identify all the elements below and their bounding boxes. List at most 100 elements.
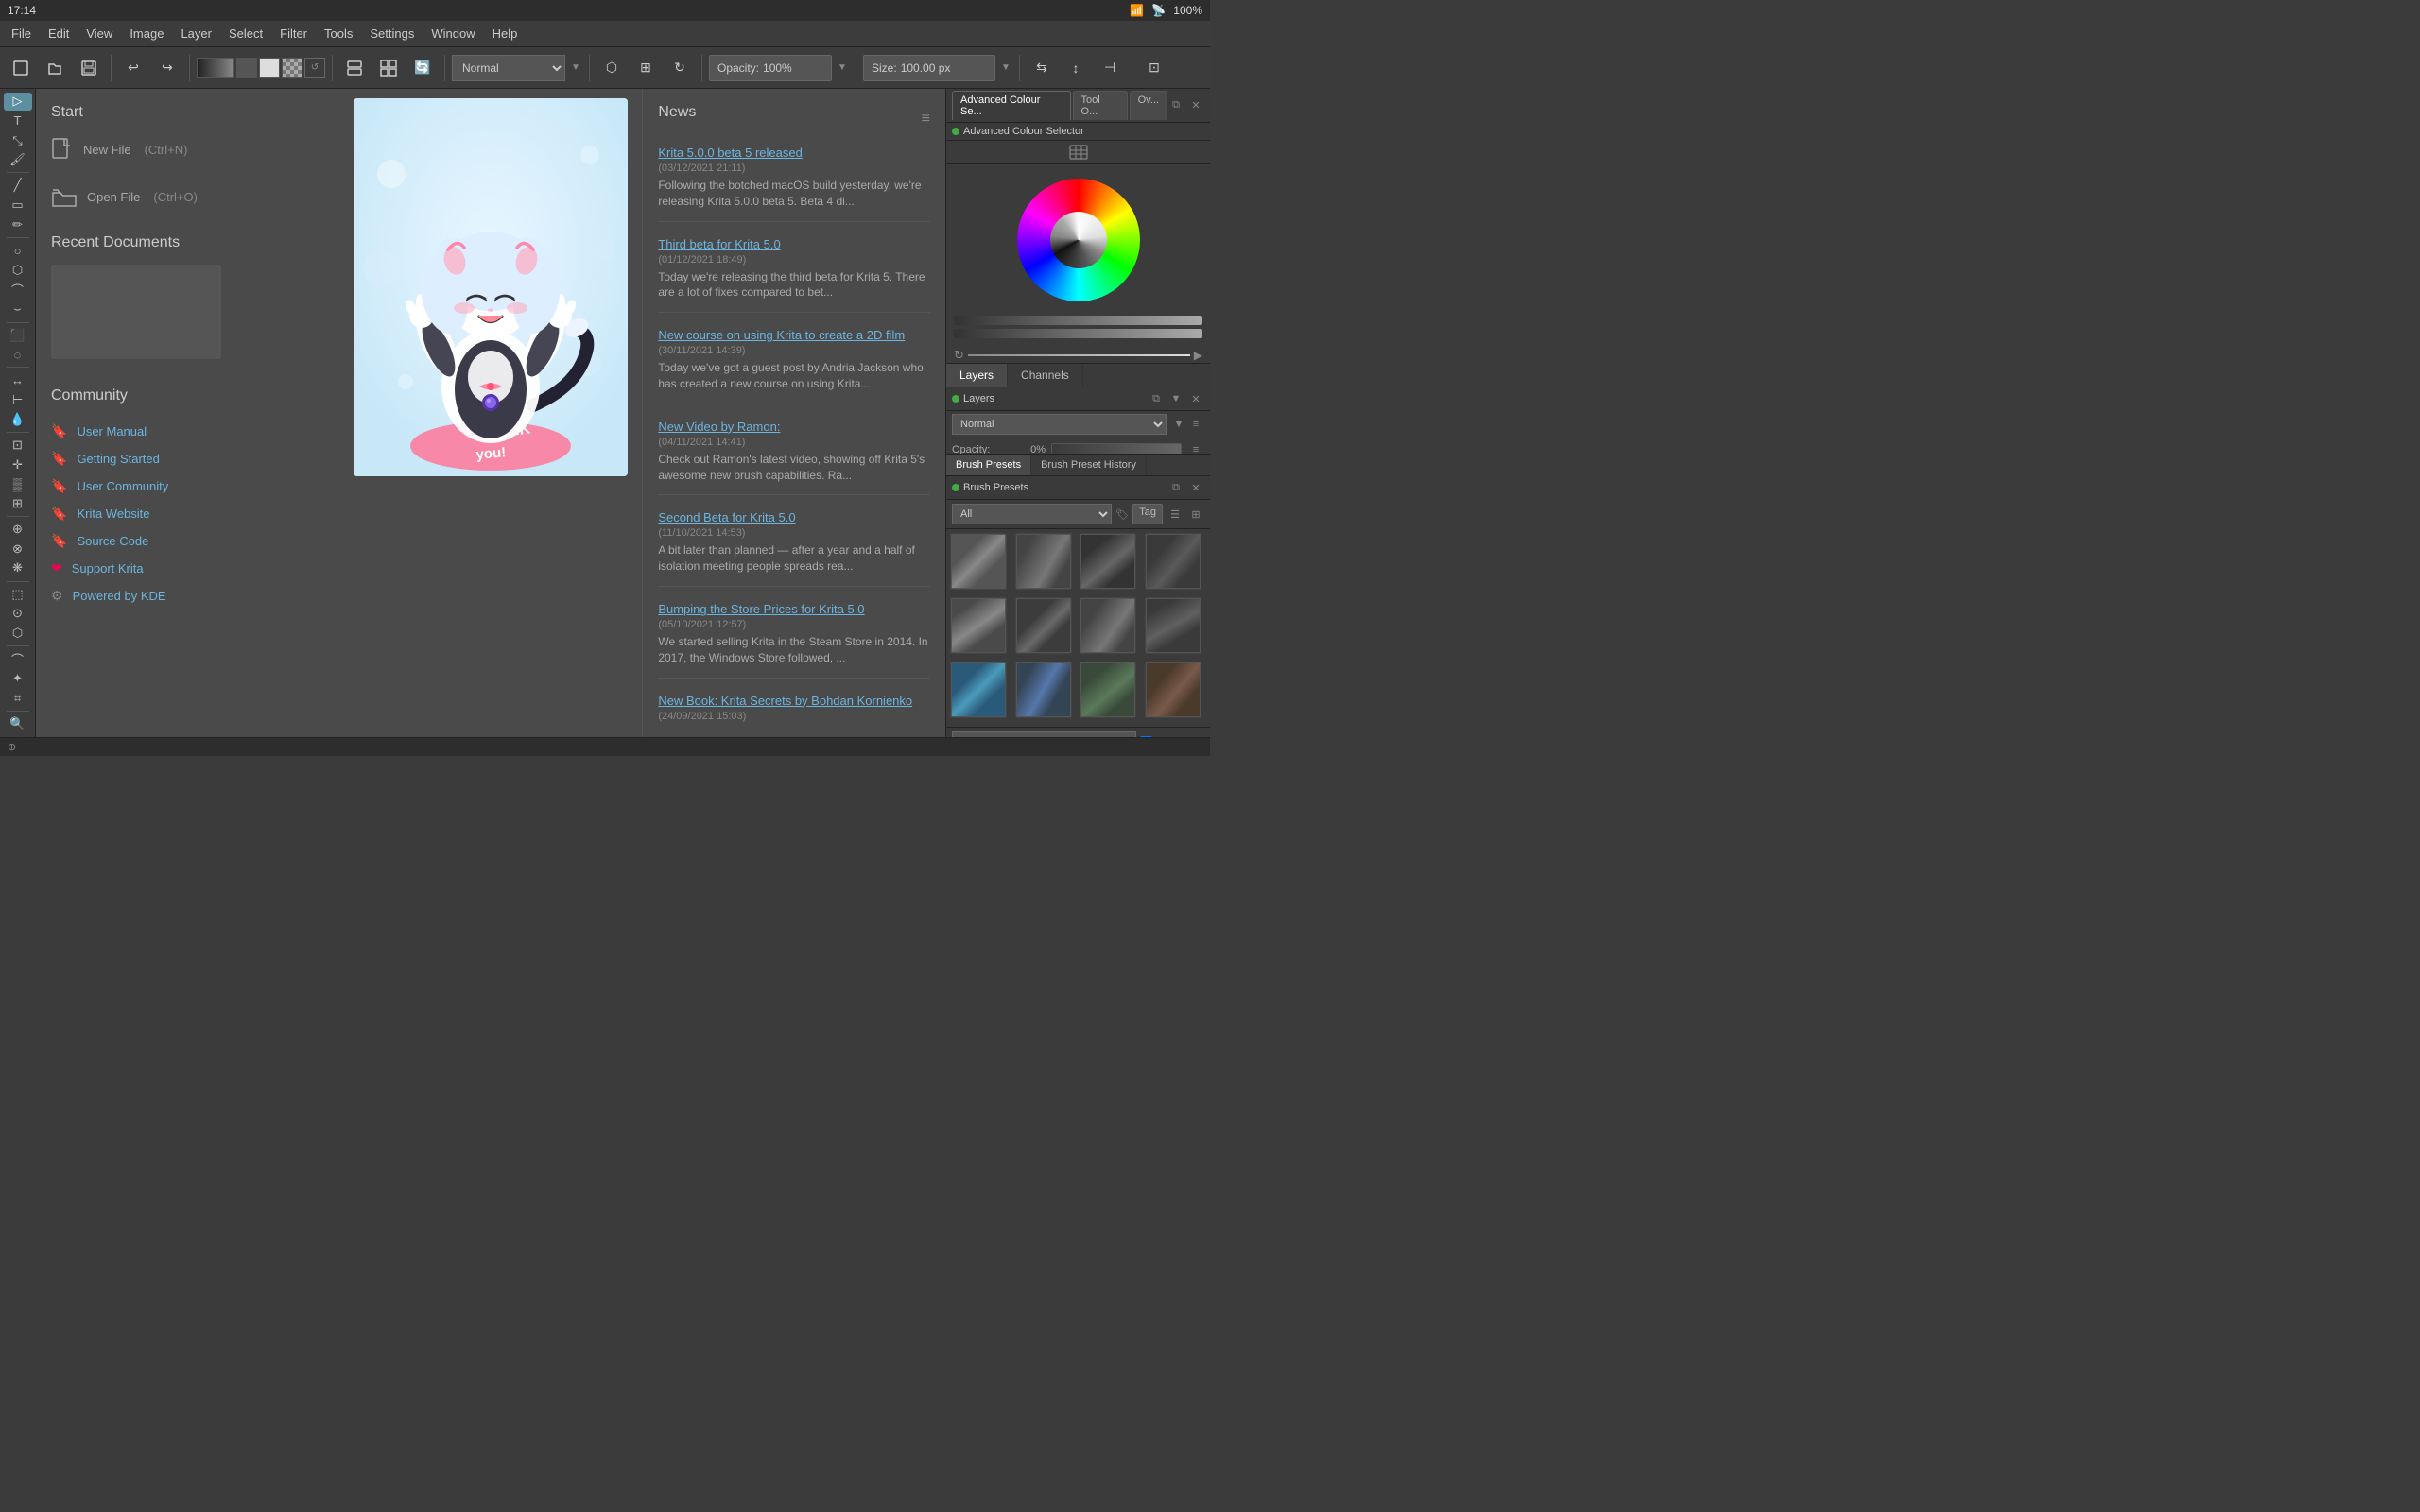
new-window-btn[interactable] <box>6 53 36 83</box>
colour-tab-advanced[interactable]: Advanced Colour Se... <box>952 91 1071 120</box>
link-support-krita[interactable]: ❤ Support Krita <box>51 555 324 582</box>
brush-grid-view-btn[interactable]: ⊞ <box>1187 506 1204 523</box>
brush-item-1[interactable] <box>950 533 1007 590</box>
link-getting-started[interactable]: 🔖 Getting Started <box>51 445 324 472</box>
brush-item-12[interactable] <box>1145 662 1201 718</box>
news-item-6[interactable]: Bumping the Store Prices for Krita 5.0 (… <box>658 602 930 679</box>
gray-slider[interactable] <box>954 316 1202 325</box>
mirror-h-btn[interactable]: ⇆ <box>1027 53 1057 83</box>
mirror-v-btn[interactable]: ↕ <box>1061 53 1091 83</box>
redo-btn[interactable]: ↪ <box>152 53 182 83</box>
link-user-manual[interactable]: 🔖 User Manual <box>51 418 324 445</box>
tool-gradient[interactable]: ▒ <box>4 475 32 493</box>
color-wheel-center[interactable] <box>1050 212 1107 268</box>
menu-edit[interactable]: Edit <box>41 24 77 43</box>
tool-ellipse[interactable]: ○ <box>4 242 32 260</box>
tool-multibrush[interactable]: ❋ <box>4 559 32 577</box>
tool-select-contiguous[interactable]: ⌗ <box>4 690 32 708</box>
tool-freehand[interactable]: ⌒ <box>4 281 32 299</box>
tool-select-rect[interactable]: ⬚ <box>4 585 32 603</box>
undo-btn[interactable]: ↩ <box>118 53 148 83</box>
tool-select-ellipse[interactable]: ⊙ <box>4 605 32 623</box>
brush-list-view-btn[interactable]: ☰ <box>1167 506 1184 523</box>
sync-btn[interactable]: 🔄 <box>407 53 438 83</box>
brush-item-3[interactable] <box>1080 533 1136 590</box>
layers-float-btn[interactable]: ⧉ <box>1148 390 1165 407</box>
color-refresh-btn[interactable]: ↻ ▶ <box>954 348 1202 363</box>
bg-swatch[interactable] <box>259 58 280 78</box>
menu-window[interactable]: Window <box>424 24 482 43</box>
menu-help[interactable]: Help <box>485 24 526 43</box>
news-item-3[interactable]: New course on using Krita to create a 2D… <box>658 328 930 404</box>
erase-btn[interactable]: ⬡ <box>596 53 627 83</box>
tool-line[interactable]: ╱ <box>4 177 32 195</box>
tool-fill[interactable]: ⬛ <box>4 326 32 344</box>
tool-measure[interactable]: ↔ <box>4 371 32 389</box>
reload-color-btn[interactable]: ↺ <box>304 58 325 78</box>
brush-filter-select[interactable]: All <box>952 504 1112 524</box>
brush-item-11[interactable] <box>1080 662 1136 718</box>
link-kde[interactable]: ⚙ Powered by KDE <box>51 582 324 610</box>
tool-select-poly[interactable]: ⬡ <box>4 625 32 643</box>
tag-btn[interactable]: Tag <box>1132 504 1163 524</box>
tool-ruler[interactable]: ⊢ <box>4 391 32 409</box>
tool-select-magic[interactable]: ✦ <box>4 670 32 688</box>
layers-tab-layers[interactable]: Layers <box>946 364 1008 387</box>
tool-zoom[interactable]: 🔍 <box>4 715 32 733</box>
save-btn[interactable] <box>74 53 104 83</box>
layers-blend-mode-select[interactable]: Normal <box>952 414 1167 435</box>
tool-eyedropper[interactable]: 💧 <box>4 410 32 428</box>
tool-calligraphy[interactable]: ✏ <box>4 215 32 233</box>
brush-item-2[interactable] <box>1015 533 1072 590</box>
brush-close-btn[interactable]: ✕ <box>1187 479 1204 496</box>
new-file-item[interactable]: New File (Ctrl+N) <box>51 134 324 164</box>
color-wheel-container[interactable] <box>1017 179 1140 301</box>
menu-select[interactable]: Select <box>221 24 270 43</box>
open-file-item[interactable]: Open File (Ctrl+O) <box>51 181 324 212</box>
opacity-scroll[interactable]: ▼ <box>836 61 849 75</box>
news-item-7[interactable]: New Book: Krita Secrets by Bohdan Kornie… <box>658 694 930 738</box>
news-item-4[interactable]: New Video by Ramon: (04/11/2021 14:41) C… <box>658 420 930 496</box>
link-user-community[interactable]: 🔖 User Community <box>51 472 324 500</box>
brush-item-10[interactable] <box>1015 662 1072 718</box>
menu-view[interactable]: View <box>78 24 120 43</box>
layers-menu-btn[interactable]: ≡ <box>1187 416 1204 433</box>
tool-select-path[interactable]: ⌒ <box>4 650 32 668</box>
tool-smudge[interactable]: ◌ <box>4 346 32 364</box>
checker-swatch[interactable] <box>282 58 302 78</box>
tool-bezier[interactable]: ⌣ <box>4 301 32 318</box>
size-scroll[interactable]: ▼ <box>999 61 1012 75</box>
layers-filter-btn[interactable]: ▼ <box>1167 390 1184 407</box>
tool-select[interactable]: ▷ <box>4 93 32 111</box>
tool-transform[interactable]: ⤡ <box>4 131 32 149</box>
tool-move[interactable]: ✛ <box>4 455 32 473</box>
canvas-only-btn[interactable]: ⊡ <box>1139 53 1169 83</box>
colour-tab-tool[interactable]: Tool O... <box>1073 91 1128 120</box>
wrap-btn[interactable] <box>373 53 404 83</box>
tool-crop[interactable]: ⊡ <box>4 437 32 455</box>
tool-smart[interactable]: ⊕ <box>4 521 32 539</box>
blend-mode-scroll[interactable]: ▼ <box>569 61 582 75</box>
fg-swatch[interactable] <box>236 58 257 78</box>
news-item-5[interactable]: Second Beta for Krita 5.0 (11/10/2021 14… <box>658 510 930 587</box>
wrap-mode-btn[interactable]: ⊣ <box>1095 53 1125 83</box>
news-menu-btn[interactable]: ≡ <box>922 111 930 128</box>
layers-blend-filter-btn[interactable]: ▼ <box>1170 416 1187 433</box>
brush-float-btn[interactable]: ⧉ <box>1167 479 1184 496</box>
colour-table-btn[interactable] <box>946 141 1210 164</box>
tool-rect[interactable]: ▭ <box>4 197 32 215</box>
gray-slider-2[interactable] <box>954 329 1202 338</box>
brush-item-9[interactable] <box>950 662 1007 718</box>
gradient-swatch[interactable] <box>197 58 234 78</box>
statusbar-icon[interactable]: ⊕ <box>8 741 16 753</box>
tool-polygon[interactable]: ⬡ <box>4 261 32 279</box>
tool-text[interactable]: T <box>4 112 32 130</box>
tool-paint[interactable]: 🖌 <box>4 151 32 169</box>
brush-tool-btn[interactable] <box>339 53 370 83</box>
brush-item-7[interactable] <box>1080 597 1136 654</box>
layers-tab-channels[interactable]: Channels <box>1008 364 1083 387</box>
brush-tab-presets[interactable]: Brush Presets <box>946 455 1031 475</box>
brush-item-8[interactable] <box>1145 597 1201 654</box>
brush-item-5[interactable] <box>950 597 1007 654</box>
news-item-2[interactable]: Third beta for Krita 5.0 (01/12/2021 18:… <box>658 237 930 314</box>
